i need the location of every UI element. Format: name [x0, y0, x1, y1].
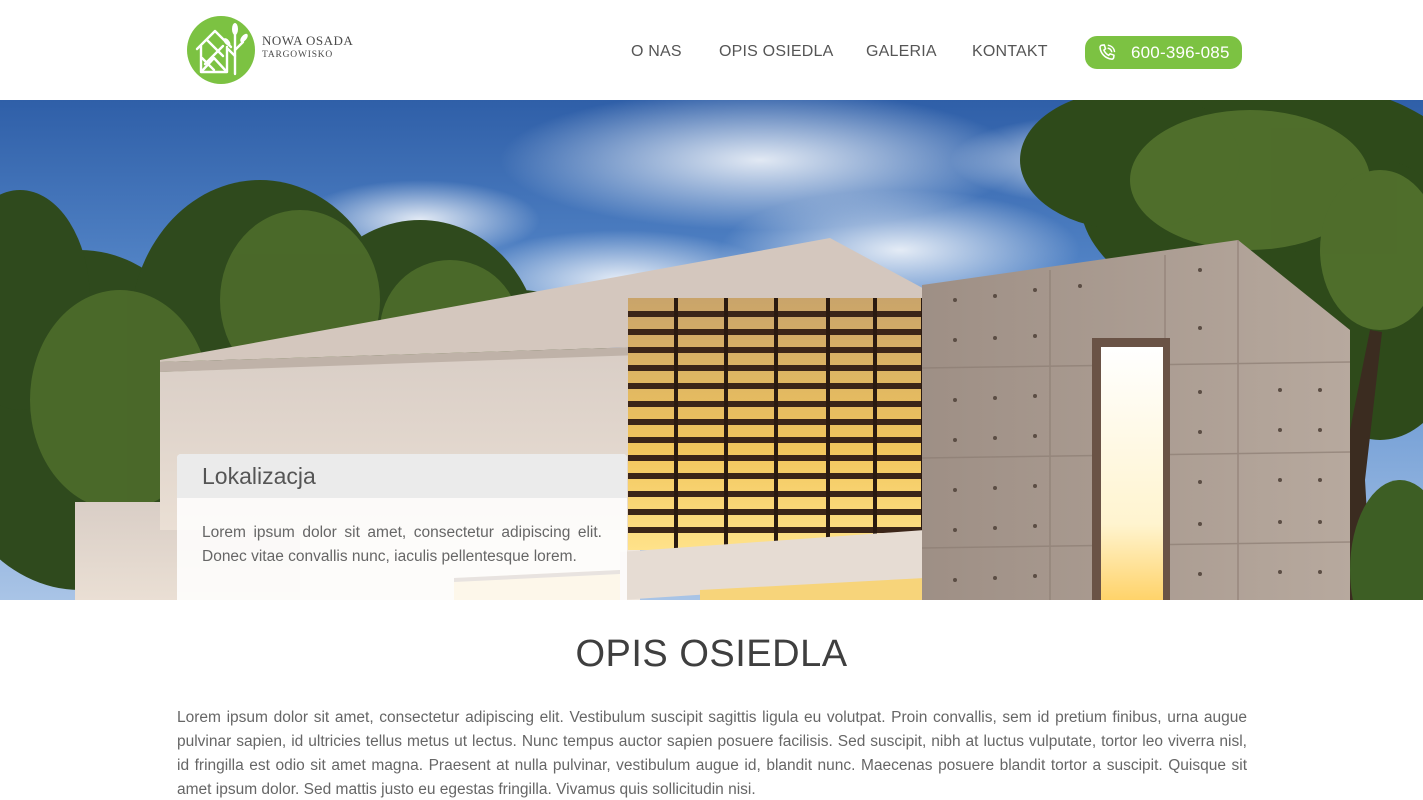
brand-name-line2: TARGOWISKO [262, 50, 334, 60]
brand-name: NOWA OSADA TARGOWISKO [262, 33, 353, 61]
site-header: NOWA OSADA TARGOWISKO O NAS OPIS OSIEDLA… [0, 0, 1423, 100]
nav-item-o-nas[interactable]: O NAS [631, 42, 682, 62]
phone-number: 600-396-085 [1131, 43, 1230, 62]
location-card-text: Lorem ipsum dolor sit amet, consectetur … [202, 524, 602, 565]
phone-icon [1099, 44, 1116, 60]
nav-item-galeria[interactable]: GALERIA [866, 42, 937, 62]
house-tree-logo-icon [187, 16, 255, 84]
location-card-title: Lokalizacja [177, 454, 627, 498]
brand-logo[interactable]: NOWA OSADA TARGOWISKO [187, 16, 353, 84]
nav-item-opis-osiedla[interactable]: OPIS OSIEDLA [719, 42, 833, 62]
hero-banner: Lokalizacja Lorem ipsum dolor sit amet, … [0, 100, 1423, 600]
section-title: OPIS OSIEDLA [575, 633, 848, 675]
brand-name-line1: NOWA OSADA [262, 33, 354, 48]
section-description: Lorem ipsum dolor sit amet, consectetur … [177, 709, 1247, 798]
nav-item-kontakt[interactable]: KONTAKT [972, 42, 1048, 62]
location-card: Lokalizacja Lorem ipsum dolor sit amet, … [177, 454, 627, 600]
phone-call-button[interactable]: 600-396-085 [1085, 36, 1242, 69]
